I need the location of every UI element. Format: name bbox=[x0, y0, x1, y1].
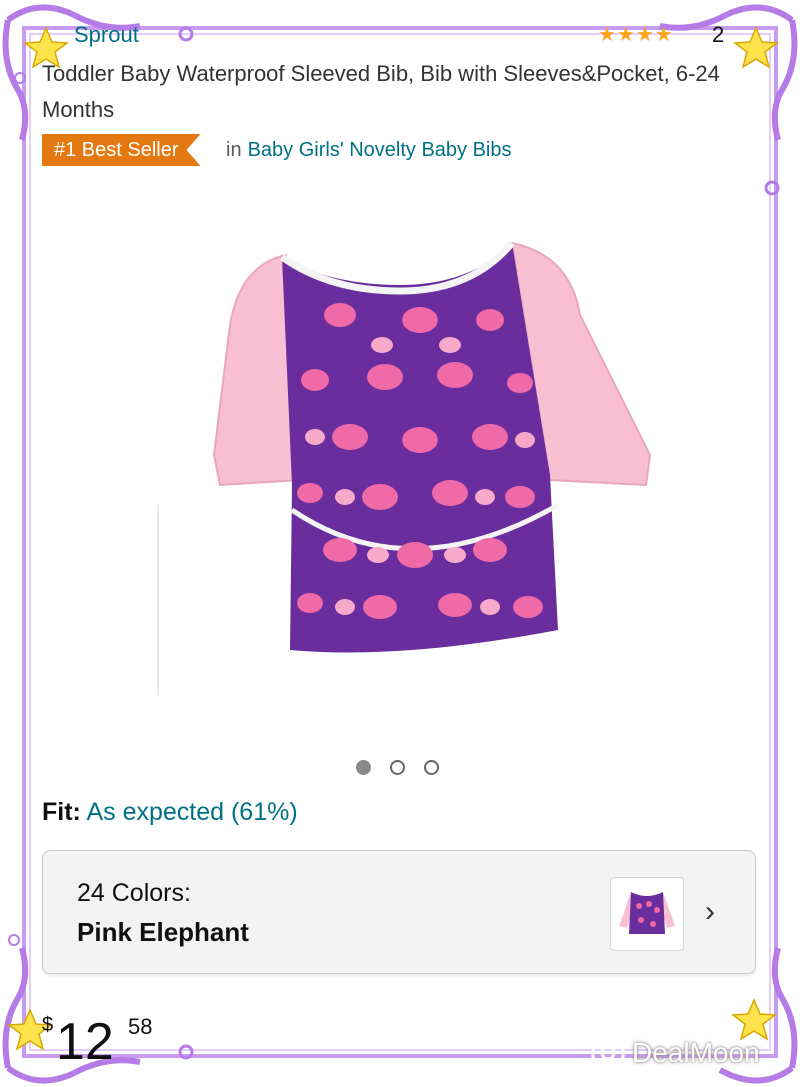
best-seller-badge[interactable]: #1 Best Seller bbox=[42, 134, 201, 166]
fit-label: Fit: bbox=[42, 798, 81, 826]
category-line: in Baby Girls' Novelty Baby Bibs bbox=[226, 134, 512, 166]
fit-info: Fit: As expected (61%) bbox=[42, 798, 298, 827]
carousel-dot-3[interactable] bbox=[424, 760, 439, 775]
color-thumbnail[interactable] bbox=[610, 877, 684, 951]
category-link[interactable]: Baby Girls' Novelty Baby Bibs bbox=[248, 139, 512, 161]
rating-stars-icon[interactable]: ★★★★ bbox=[598, 22, 674, 47]
category-prefix: in bbox=[226, 139, 242, 161]
dealmoon-logo-icon bbox=[591, 1038, 625, 1068]
price-whole: 12 bbox=[56, 1013, 114, 1071]
carousel-dot-2[interactable] bbox=[390, 760, 405, 775]
selected-color: Pink Elephant bbox=[77, 917, 249, 947]
price-fraction: 58 bbox=[128, 1014, 153, 1039]
product-image[interactable] bbox=[150, 205, 660, 725]
rating-count[interactable]: 2 bbox=[712, 22, 724, 48]
fit-value-link[interactable]: As expected (61%) bbox=[86, 798, 297, 826]
product-title: Toddler Baby Waterproof Sleeved Bib, Bib… bbox=[42, 61, 720, 122]
chevron-right-icon: › bbox=[705, 895, 715, 928]
image-carousel-dots[interactable] bbox=[356, 760, 439, 775]
dealmoon-watermark: DealMoon bbox=[590, 1034, 790, 1074]
carousel-dot-1[interactable] bbox=[356, 760, 371, 775]
color-count-label: 24 Colors: bbox=[77, 879, 191, 907]
price-currency: $ bbox=[42, 1014, 54, 1036]
watermark-text: DealMoon bbox=[632, 1037, 760, 1068]
brand-link[interactable]: Sprout bbox=[74, 22, 139, 48]
color-variation-selector[interactable]: 24 Colors: Pink Elephant › bbox=[42, 850, 756, 974]
